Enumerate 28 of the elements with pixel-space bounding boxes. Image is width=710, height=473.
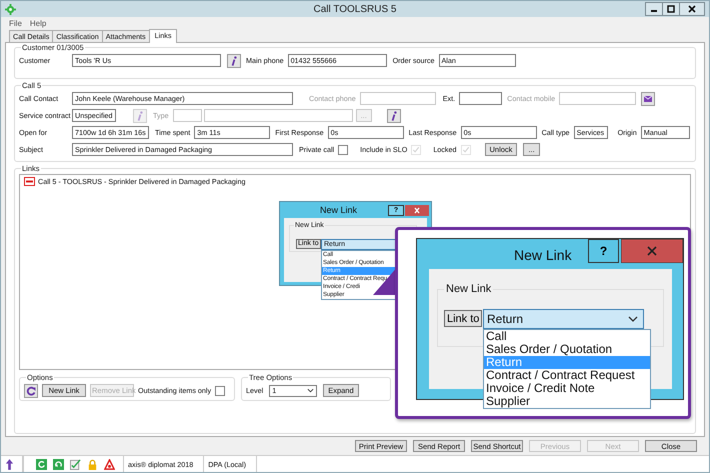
mail-icon[interactable] bbox=[641, 92, 656, 106]
chevron-icon bbox=[307, 388, 314, 393]
info-icon[interactable] bbox=[386, 108, 401, 122]
dialog-title: New Link bbox=[514, 247, 572, 263]
checkbox[interactable] bbox=[215, 386, 226, 396]
checklist-icon[interactable] bbox=[70, 458, 81, 470]
dropdown-option[interactable]: Invoice / Credit Note bbox=[484, 382, 650, 395]
window-title: Call TOOLSRUS 5 bbox=[312, 4, 398, 14]
group-title: New Link bbox=[445, 283, 492, 295]
dropdown-option[interactable]: Contract / Contract Request bbox=[484, 369, 650, 382]
arrow-up-icon[interactable] bbox=[5, 458, 14, 470]
info-icon[interactable] bbox=[227, 54, 241, 68]
link-to-button[interactable]: Link to bbox=[444, 310, 482, 327]
help-button[interactable]: ? bbox=[588, 239, 619, 263]
checkbox[interactable] bbox=[338, 144, 348, 154]
dropdown-option[interactable]: Supplier bbox=[484, 395, 650, 408]
dropdown-option[interactable]: Sales Order / Quotation bbox=[484, 343, 650, 356]
input-field[interactable] bbox=[459, 92, 502, 105]
link-type-dropdown[interactable]: Return bbox=[483, 309, 644, 329]
dialog-title: New Link bbox=[320, 205, 358, 215]
dropdown-option[interactable]: Call bbox=[484, 330, 650, 343]
gear-icon bbox=[5, 4, 16, 14]
refresh-icon[interactable] bbox=[24, 384, 38, 398]
menu-item[interactable]: Help bbox=[30, 18, 46, 28]
call-icon bbox=[24, 177, 35, 186]
menu-item[interactable]: File bbox=[9, 18, 22, 28]
chevron-icon bbox=[628, 316, 638, 322]
logo-icon[interactable] bbox=[104, 458, 115, 470]
